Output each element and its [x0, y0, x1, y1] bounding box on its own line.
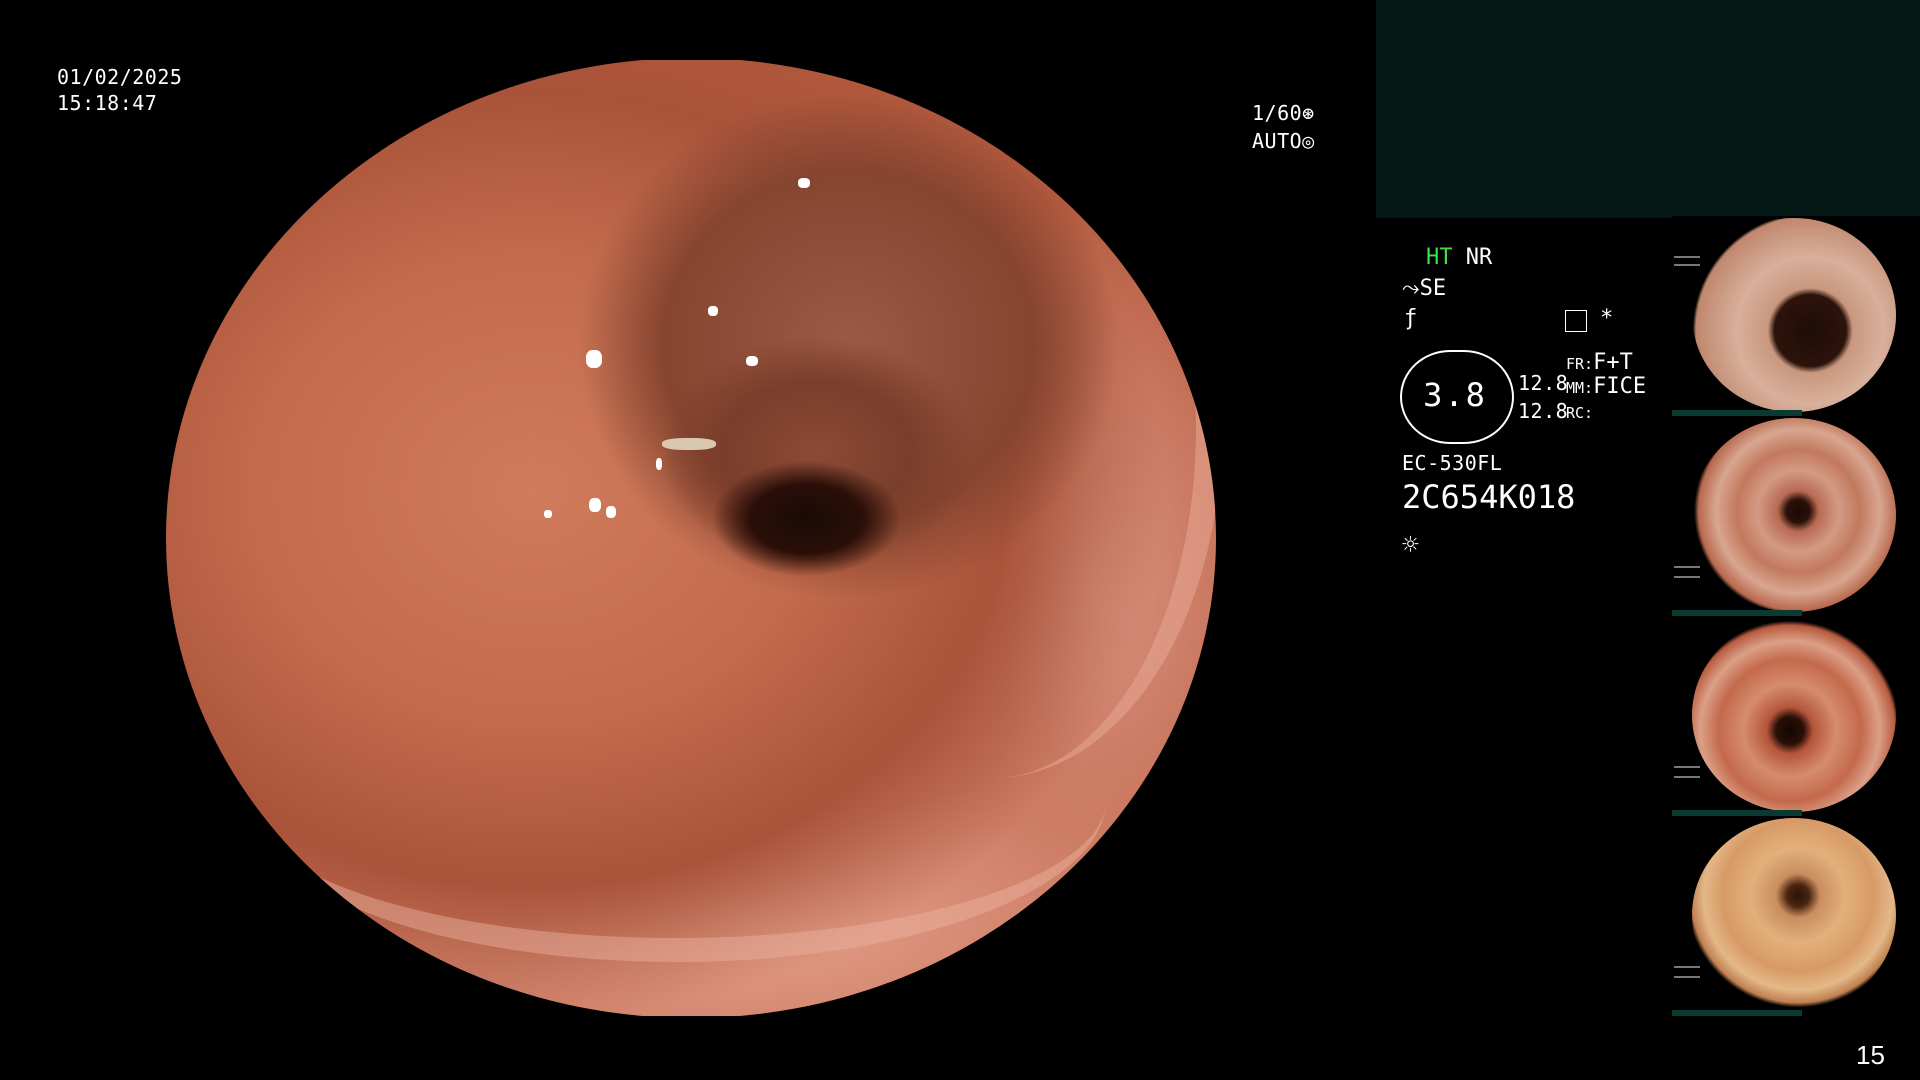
- thumbnail-4[interactable]: [1672, 816, 1920, 1016]
- nr-label: NR: [1465, 245, 1493, 270]
- magnification-value: 3.8: [1423, 376, 1487, 414]
- thumbnail-image: [1692, 618, 1896, 812]
- thumbnail-3[interactable]: [1672, 616, 1920, 816]
- exposure-mode: AUTO◎: [1252, 129, 1315, 153]
- thumbnail-1[interactable]: [1672, 216, 1920, 416]
- se-icon: ⤳: [1402, 276, 1420, 301]
- thumbnail-image: [1692, 818, 1896, 1012]
- mm-row: MM:FICE: [1566, 374, 1647, 399]
- shutter-icon: ⊛: [1302, 101, 1315, 125]
- fr-row: FR:F+T: [1566, 350, 1633, 375]
- thumbnail-2[interactable]: [1672, 416, 1920, 616]
- scope-model: EC-530FL: [1402, 451, 1503, 475]
- rc-label: RC:: [1566, 404, 1594, 422]
- brightness-icon: ☼: [1402, 528, 1419, 561]
- page-number: 15: [1856, 1040, 1885, 1070]
- shutter-speed: 1/60⊛: [1252, 101, 1315, 125]
- ht-nr-status: HT NR: [1426, 245, 1492, 270]
- time-text: 15:18:47: [57, 91, 158, 115]
- se-status: ⤳SE: [1402, 276, 1447, 301]
- value-1: 12.8: [1518, 371, 1569, 395]
- serial-number: 2C654K018: [1402, 478, 1576, 516]
- memory-icon: [1565, 310, 1587, 332]
- value-2: 12.8: [1518, 399, 1569, 423]
- auto-exposure-icon: ◎: [1302, 129, 1315, 153]
- ht-label: HT: [1426, 245, 1453, 270]
- date-text: 01/02/2025: [57, 65, 183, 89]
- thumbnail-image: [1692, 418, 1896, 612]
- structure-icon: ƒ: [1404, 306, 1418, 331]
- endoscope-view: [166, 58, 1216, 1018]
- top-right-panel: [1376, 0, 1920, 218]
- thumbnail-image: [1692, 218, 1896, 412]
- asterisk-mark: *: [1600, 306, 1614, 331]
